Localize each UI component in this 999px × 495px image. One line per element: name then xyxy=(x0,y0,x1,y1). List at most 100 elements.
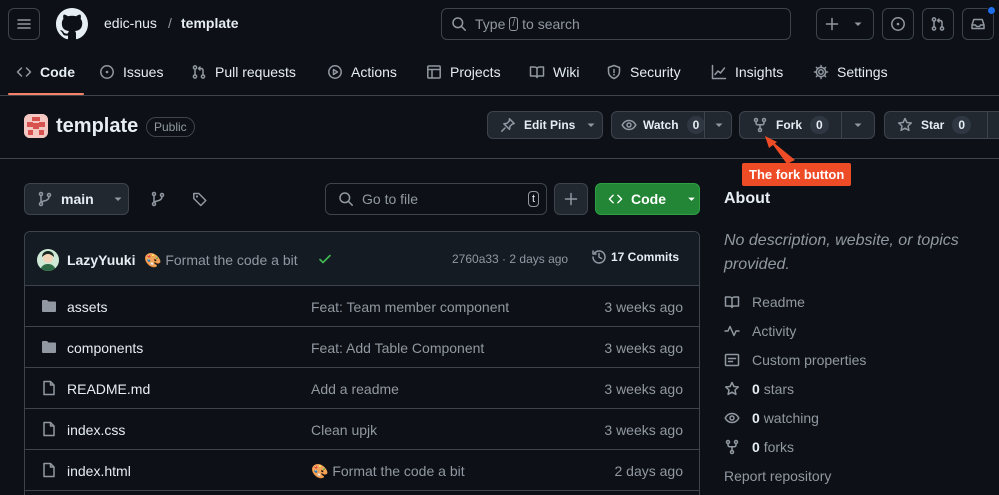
table-row[interactable]: README.md Add a readme 3 weeks ago xyxy=(25,368,699,409)
tab-code-label: Code xyxy=(40,64,75,80)
fork-button[interactable]: Fork 0 xyxy=(739,111,875,139)
plus-icon xyxy=(825,17,839,31)
triangle-down-icon xyxy=(854,22,862,26)
repo-forked-icon xyxy=(753,117,767,133)
watching-label: watching xyxy=(763,410,819,426)
tab-projects-label: Projects xyxy=(450,64,501,80)
about-stars-link[interactable]: 0 stars xyxy=(724,379,794,399)
file-commit-message[interactable]: Clean upjk xyxy=(311,422,377,438)
repo-owner-link[interactable]: edic-nus xyxy=(104,15,157,31)
commit-message[interactable]: 🎨 Format the code a bit xyxy=(144,252,298,269)
file-browser: LazyYuuki 🎨 Format the code a bit 2760a3… xyxy=(24,231,700,495)
about-forks-link[interactable]: 0 forks xyxy=(724,437,794,457)
code-dropdown-button[interactable]: Code xyxy=(595,183,700,215)
commits-history-link[interactable]: 17 Commits xyxy=(591,249,679,265)
tab-issues[interactable]: Issues xyxy=(99,48,163,96)
watch-button[interactable]: Watch 0 xyxy=(611,111,732,139)
star-icon xyxy=(724,381,740,396)
star-label: Star xyxy=(921,118,945,132)
add-file-button[interactable] xyxy=(554,183,588,215)
activity-label: Activity xyxy=(752,323,797,339)
about-watching-link[interactable]: 0 watching xyxy=(724,408,819,428)
go-to-file-placeholder: Go to file xyxy=(362,191,419,207)
file-date: 2 days ago xyxy=(614,463,684,479)
commit-author[interactable]: LazyYuuki xyxy=(67,252,135,268)
triangle-down-icon[interactable] xyxy=(711,117,727,133)
book-icon xyxy=(529,66,545,79)
fork-label: Fork xyxy=(776,118,803,132)
star-count: 0 xyxy=(952,116,972,134)
custom-properties-label: Custom properties xyxy=(752,352,867,368)
table-row[interactable]: index.html 🎨 Format the code a bit 2 day… xyxy=(25,450,699,491)
stars-count: 0 xyxy=(752,381,760,397)
commit-sha-date[interactable]: 2760a33 · 2 days ago xyxy=(452,252,568,266)
notification-dot xyxy=(987,6,996,15)
avatar[interactable] xyxy=(37,249,59,271)
inbox-button[interactable] xyxy=(962,6,996,40)
about-activity-link[interactable]: Activity xyxy=(724,321,796,341)
file-date: 3 weeks ago xyxy=(604,299,683,315)
graph-icon xyxy=(711,64,727,80)
branch-selector[interactable]: main xyxy=(24,183,129,215)
folder-icon xyxy=(42,300,56,312)
tab-insights[interactable]: Insights xyxy=(711,48,783,96)
issues-button[interactable] xyxy=(882,8,914,40)
file-commit-message[interactable]: Feat: Team member component xyxy=(311,299,509,315)
table-row[interactable]: index.css Clean upjk 3 weeks ago xyxy=(25,409,699,450)
file-commit-message[interactable]: Add a readme xyxy=(311,381,399,397)
tab-security[interactable]: Security xyxy=(606,48,681,96)
tab-actions[interactable]: Actions xyxy=(327,48,397,96)
global-header: edic-nus / template Type / to search xyxy=(0,0,999,48)
file-name[interactable]: README.md xyxy=(67,381,150,397)
visibility-badge: Public xyxy=(146,117,195,137)
about-description: No description, website, or topics provi… xyxy=(724,232,959,273)
note-icon xyxy=(724,353,740,367)
edit-pins-button[interactable]: Edit Pins xyxy=(487,111,603,139)
repo-name-link[interactable]: template xyxy=(181,15,239,31)
table-icon xyxy=(427,65,441,79)
create-new-button[interactable] xyxy=(816,8,874,40)
about-custom-properties-link[interactable]: Custom properties xyxy=(724,350,866,370)
folder-icon xyxy=(42,341,56,353)
tab-settings[interactable]: Settings xyxy=(813,48,888,96)
tags-button[interactable] xyxy=(184,183,216,215)
tab-pull-requests[interactable]: Pull requests xyxy=(191,48,296,96)
pull-requests-button[interactable] xyxy=(922,8,954,40)
file-commit-message[interactable]: Feat: Add Table Component xyxy=(311,340,484,356)
active-tab-indicator xyxy=(8,93,84,95)
report-repository-link[interactable]: Report repository xyxy=(724,466,831,486)
stars-label: stars xyxy=(763,381,795,397)
fork-count: 0 xyxy=(810,116,829,134)
branches-button[interactable] xyxy=(142,183,174,215)
tag-icon xyxy=(193,192,207,207)
tab-code[interactable]: Code xyxy=(16,48,75,96)
file-date: 3 weeks ago xyxy=(604,340,683,356)
global-search-input[interactable]: Type / to search xyxy=(441,8,791,40)
search-suffix: to search xyxy=(522,16,580,32)
check-icon[interactable] xyxy=(317,251,333,267)
file-name[interactable]: index.css xyxy=(67,422,125,438)
file-commit-message[interactable]: 🎨 Format the code a bit xyxy=(311,463,465,480)
tab-projects[interactable]: Projects xyxy=(426,48,501,96)
repo-nav: Code Issues Pull requests Actions Projec… xyxy=(0,48,999,96)
triangle-down-icon[interactable] xyxy=(850,117,866,133)
menu-button[interactable] xyxy=(8,8,40,40)
book-icon xyxy=(724,296,740,309)
file-name[interactable]: assets xyxy=(67,299,107,315)
file-name[interactable]: index.html xyxy=(67,463,131,479)
star-button[interactable]: Star 0 xyxy=(884,111,999,139)
shield-icon xyxy=(607,64,621,80)
issue-icon xyxy=(100,65,114,79)
github-logo-icon[interactable] xyxy=(56,8,88,40)
issue-icon xyxy=(891,17,905,31)
table-row[interactable]: assets Feat: Team member component 3 wee… xyxy=(25,286,699,327)
button-divider xyxy=(841,112,842,138)
repo-title[interactable]: template xyxy=(56,115,138,138)
tab-wiki[interactable]: Wiki xyxy=(529,48,579,96)
file-name[interactable]: components xyxy=(67,340,143,356)
annotation-arrow xyxy=(765,136,795,164)
about-readme-link[interactable]: Readme xyxy=(724,292,805,312)
table-row[interactable]: components Feat: Add Table Component 3 w… xyxy=(25,327,699,368)
go-to-file-input[interactable]: Go to file t xyxy=(325,183,547,215)
tab-security-label: Security xyxy=(630,64,681,80)
